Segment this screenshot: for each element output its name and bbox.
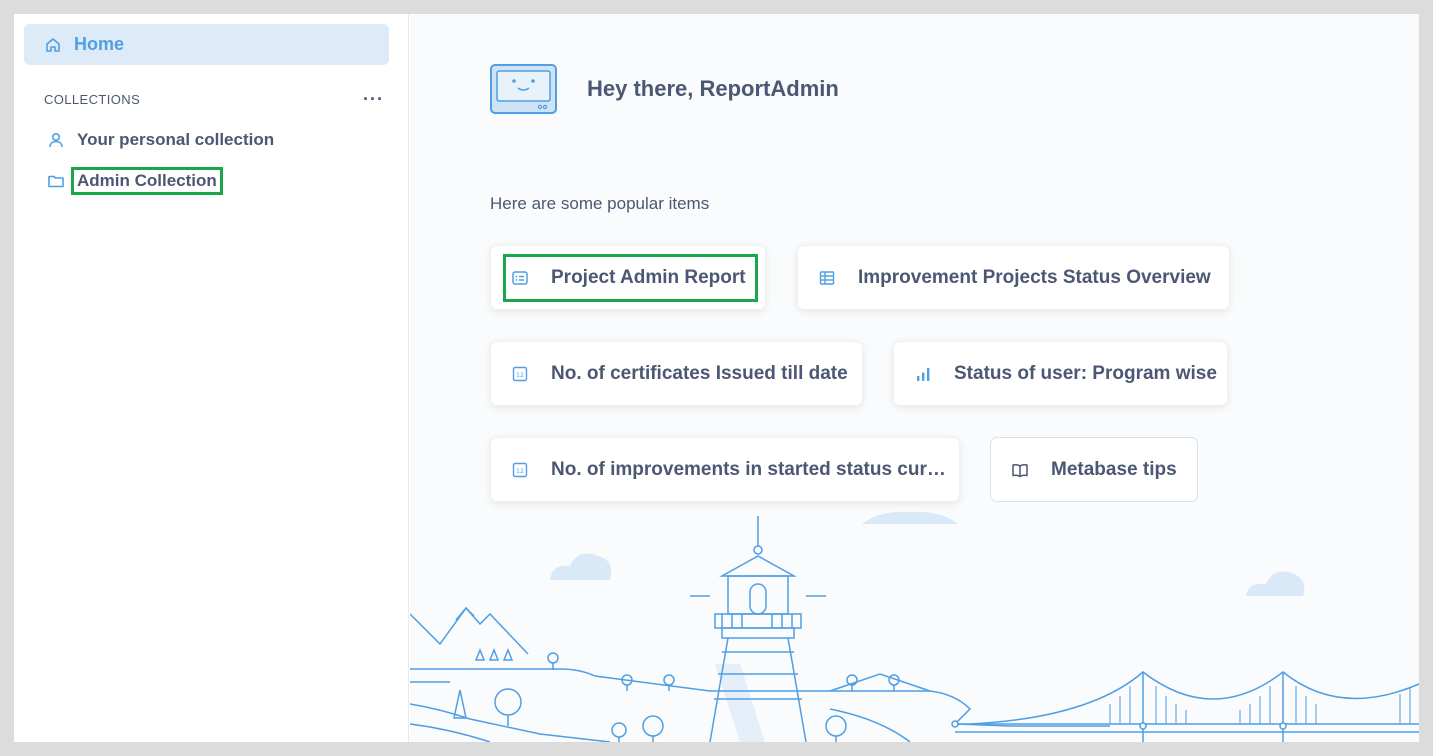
greeting-title: Hey there, ReportAdmin xyxy=(587,76,839,101)
svg-text:12: 12 xyxy=(516,468,524,475)
table-icon xyxy=(819,270,835,285)
lighthouse-illustration xyxy=(410,511,1419,742)
sidebar-item-home[interactable]: Home xyxy=(24,24,389,65)
sidebar-item-label: Admin Collection xyxy=(71,167,223,195)
sidebar-item-admin-collection[interactable]: Admin Collection xyxy=(47,166,223,196)
card-label: No. of improvements in started status cu… xyxy=(551,458,946,480)
dashboard-icon xyxy=(512,270,528,285)
card-label: Metabase tips xyxy=(1051,458,1177,480)
more-options-button[interactable]: ··· xyxy=(363,90,384,108)
popular-item-card[interactable]: Improvement Projects Status Overview xyxy=(797,245,1230,310)
home-label: Home xyxy=(74,34,125,54)
popular-item-card[interactable]: Status of user: Program wise xyxy=(893,341,1228,406)
book-icon xyxy=(1012,463,1028,477)
home-icon xyxy=(46,37,60,52)
sidebar: Home COLLECTIONS ··· Your personal colle… xyxy=(14,14,409,742)
number-icon: 12 xyxy=(512,366,528,381)
bar-chart-icon xyxy=(917,367,930,381)
card-label: Project Admin Report xyxy=(551,266,746,288)
metabase-tips-card[interactable]: Metabase tips xyxy=(990,437,1198,502)
popular-item-card[interactable]: 12 No. of certificates Issued till date xyxy=(490,341,863,406)
card-label: Improvement Projects Status Overview xyxy=(858,266,1211,288)
number-icon: 12 xyxy=(512,462,528,477)
main-content: Hey there, ReportAdmin Here are some pop… xyxy=(410,14,1419,742)
svg-text:12: 12 xyxy=(516,372,524,379)
sidebar-item-personal-collection[interactable]: Your personal collection xyxy=(47,125,274,155)
sidebar-item-label: Your personal collection xyxy=(77,130,275,149)
popular-item-card[interactable]: 12 No. of improvements in started status… xyxy=(490,437,960,502)
popular-items-title: Here are some popular items xyxy=(490,194,710,213)
card-label: No. of certificates Issued till date xyxy=(551,362,848,384)
metabot-icon xyxy=(490,64,557,114)
person-icon xyxy=(49,132,63,148)
collections-title: COLLECTIONS xyxy=(44,91,141,107)
folder-icon xyxy=(48,175,64,188)
popular-item-card[interactable]: Project Admin Report xyxy=(490,245,766,310)
app-window: Home COLLECTIONS ··· Your personal colle… xyxy=(14,14,1419,742)
card-label: Status of user: Program wise xyxy=(954,362,1217,384)
greeting-header: Hey there, ReportAdmin xyxy=(490,64,839,114)
collections-header: COLLECTIONS ··· xyxy=(44,89,384,109)
